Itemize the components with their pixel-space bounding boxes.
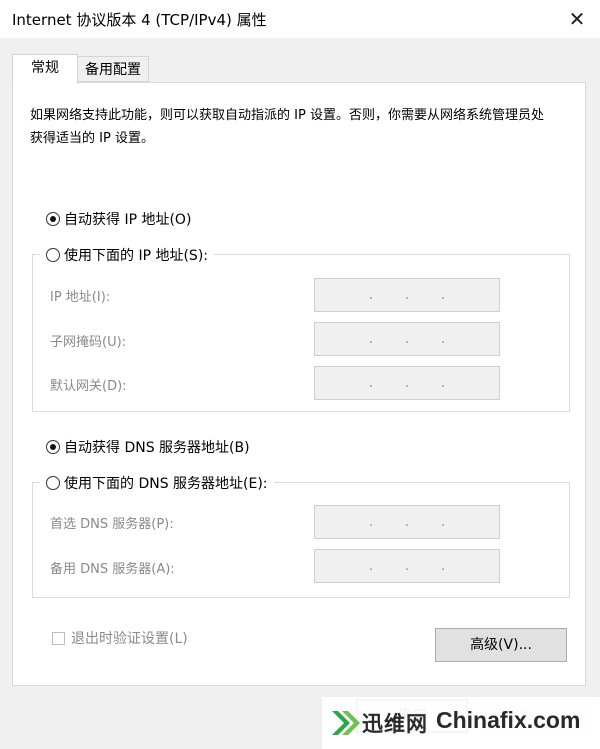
watermark-en-text: Chinafix.com [436, 707, 581, 733]
ip-address-label: IP 地址(I): [50, 290, 111, 305]
alternate-dns-label: 备用 DNS 服务器(A): [50, 562, 175, 577]
validate-on-exit-checkbox[interactable]: 退出时验证设置(L) [52, 628, 188, 648]
validate-on-exit-label: 退出时验证设置(L) [71, 631, 188, 647]
tab-general[interactable]: 常规 [12, 54, 78, 84]
manual-dns-label: 使用下面的 DNS 服务器地址(E): [64, 476, 268, 492]
radio-selected-icon [46, 212, 60, 226]
tab-alternate-config[interactable]: 备用配置 [77, 56, 149, 82]
alternate-dns-input[interactable]: ... [314, 549, 500, 583]
checkbox-box [52, 631, 65, 645]
subnet-mask-label: 子网掩码(U): [50, 335, 127, 350]
auto-dns-label: 自动获得 DNS 服务器地址(B) [64, 440, 250, 456]
advanced-button[interactable]: 高级(V)... [435, 628, 567, 662]
radio-unselected-icon [46, 248, 60, 262]
close-icon[interactable]: ✕ [564, 6, 590, 32]
chinafix-logo-icon [332, 711, 360, 735]
auto-ip-label: 自动获得 IP 地址(O) [64, 212, 192, 228]
subnet-mask-input[interactable]: ... [314, 322, 500, 356]
manual-dns-radio[interactable]: 使用下面的 DNS 服务器地址(E): [40, 473, 274, 493]
default-gateway-input[interactable]: ... [314, 366, 500, 400]
manual-ip-label: 使用下面的 IP 地址(S): [64, 248, 208, 264]
manual-ip-radio[interactable]: 使用下面的 IP 地址(S): [40, 245, 214, 265]
radio-unselected-icon [46, 476, 60, 490]
preferred-dns-input[interactable]: ... [314, 505, 500, 539]
default-gateway-label: 默认网关(D): [50, 379, 127, 394]
watermark-cn-text: 迅维网 [362, 712, 428, 736]
auto-dns-radio[interactable]: 自动获得 DNS 服务器地址(B) [46, 437, 250, 457]
auto-ip-radio[interactable]: 自动获得 IP 地址(O) [46, 209, 191, 229]
watermark: 迅维网 Chinafix.com [322, 697, 600, 749]
title-bar: Internet 协议版本 4 (TCP/IPv4) 属性 ✕ [0, 0, 600, 38]
radio-selected-icon [46, 440, 60, 454]
window-title: Internet 协议版本 4 (TCP/IPv4) 属性 [12, 11, 267, 29]
ip-address-input[interactable]: ... [314, 278, 500, 312]
description-text: 如果网络支持此功能，则可以获取自动指派的 IP 设置。否则，你需要从网络系统管理… [30, 108, 544, 146]
preferred-dns-label: 首选 DNS 服务器(P): [50, 517, 174, 532]
